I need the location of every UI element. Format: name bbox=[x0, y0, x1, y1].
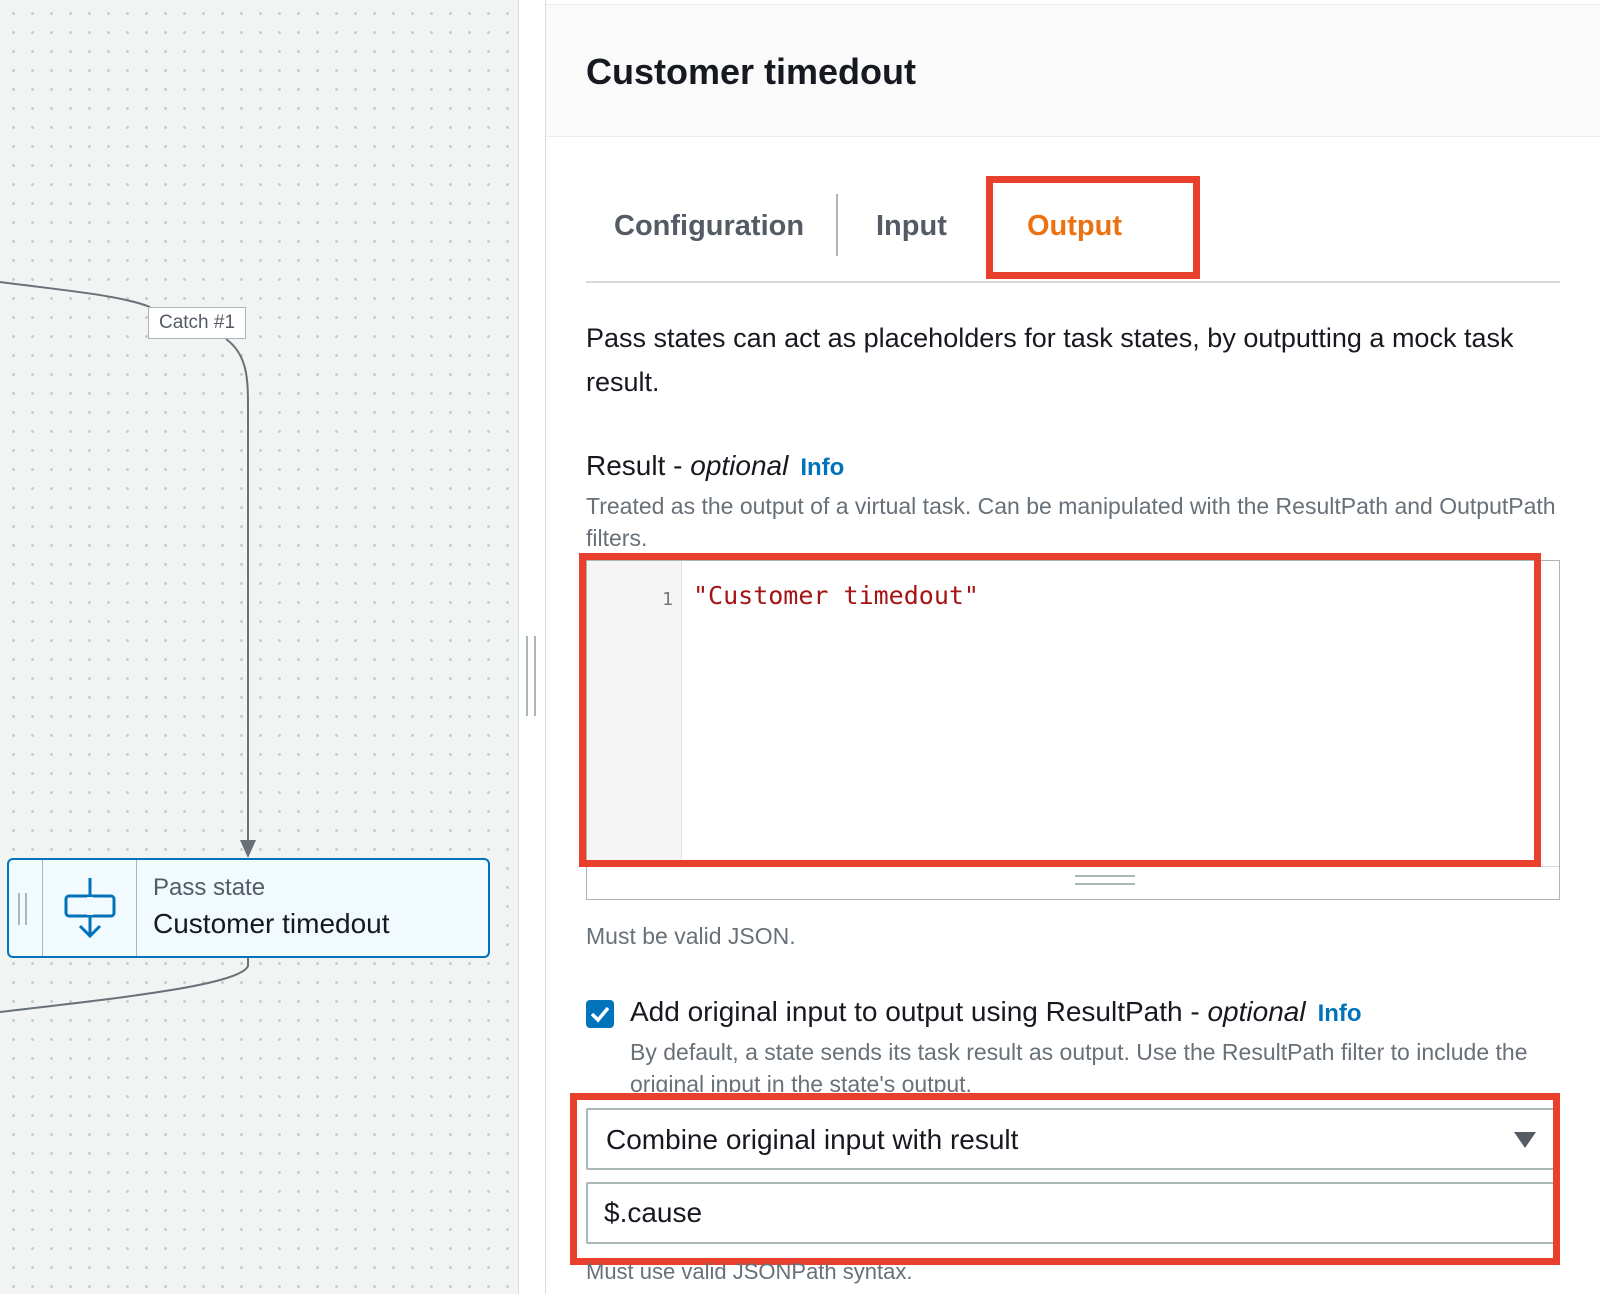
highlight-output-tab bbox=[986, 176, 1200, 279]
resize-grip-icon bbox=[1075, 875, 1135, 885]
resultpath-label-text: Add original input to output using Resul… bbox=[630, 996, 1208, 1027]
node-kind: Pass state bbox=[153, 874, 266, 901]
result-label-text: Result - bbox=[586, 450, 691, 481]
edge-arrowhead bbox=[240, 840, 256, 858]
panel-header: Customer timedout bbox=[546, 4, 1600, 137]
result-label: Result - optional Info bbox=[586, 450, 844, 482]
inspector-panel: Customer timedout Configuration Input Ou… bbox=[546, 0, 1600, 1294]
checkmark-icon bbox=[590, 1006, 610, 1023]
catch-label[interactable]: Catch #1 bbox=[148, 307, 246, 339]
resultpath-optional: optional bbox=[1207, 996, 1306, 1027]
drag-handle[interactable] bbox=[9, 860, 43, 956]
edge-incoming bbox=[0, 281, 151, 308]
tab-separator bbox=[836, 194, 838, 256]
edge-catch bbox=[225, 338, 249, 840]
tab-input[interactable]: Input bbox=[876, 210, 947, 243]
node-name: Customer timedout bbox=[153, 908, 390, 939]
highlight-resultpath bbox=[570, 1093, 1560, 1265]
resultpath-checkbox[interactable] bbox=[586, 1000, 614, 1028]
result-validation: Must be valid JSON. bbox=[586, 923, 796, 949]
workflow-canvas[interactable]: Catch #1 Pass state Customer timedout bbox=[0, 0, 519, 1294]
pass-state-node[interactable]: Pass state Customer timedout bbox=[7, 858, 490, 958]
editor-resize-bar[interactable] bbox=[587, 866, 1559, 899]
edge-outgoing bbox=[0, 958, 249, 1013]
resultpath-label[interactable]: Add original input to output using Resul… bbox=[630, 996, 1362, 1028]
edges-layer bbox=[0, 281, 256, 1013]
tab-configuration[interactable]: Configuration bbox=[614, 210, 804, 243]
drag-handle-icon bbox=[18, 893, 27, 925]
pass-state-icon bbox=[64, 878, 116, 939]
node-icon-cell bbox=[43, 860, 137, 956]
highlight-result-editor bbox=[579, 553, 1541, 867]
result-optional: optional bbox=[690, 450, 789, 481]
resultpath-hint: By default, a state sends its task resul… bbox=[630, 1039, 1528, 1092]
panel-resize-handle[interactable] bbox=[526, 636, 536, 716]
resultpath-validation: Must use valid JSONPath syntax. bbox=[586, 1259, 913, 1284]
resultpath-info-link[interactable]: Info bbox=[1318, 1000, 1362, 1027]
result-info-link[interactable]: Info bbox=[800, 454, 844, 481]
result-hint: Treated as the output of a virtual task.… bbox=[586, 493, 1556, 551]
panel-title: Customer timedout bbox=[586, 51, 917, 92]
panel-description: Pass states can act as placeholders for … bbox=[586, 323, 1514, 397]
